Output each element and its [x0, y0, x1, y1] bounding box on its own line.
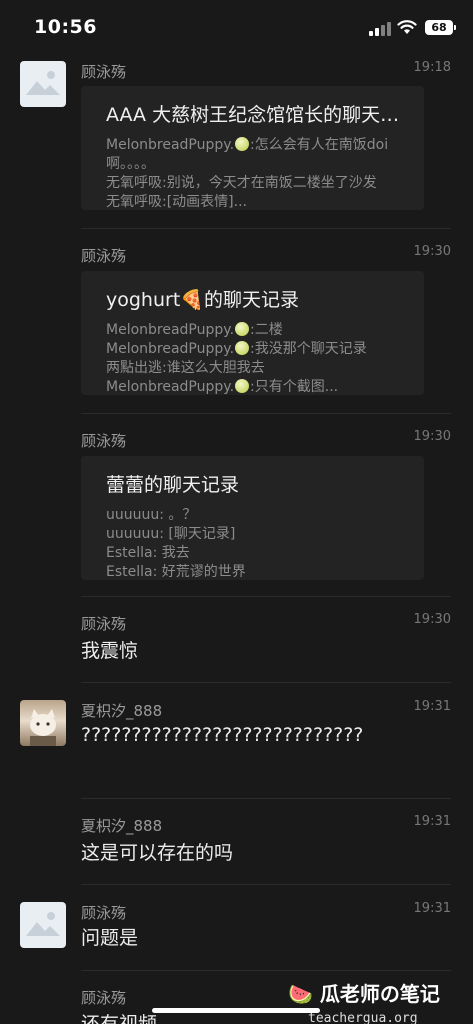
avatar[interactable]: [20, 700, 66, 746]
message-time: 19:30: [413, 429, 451, 444]
sender-name: 顾泳殇: [81, 247, 127, 265]
card-preview: uuuuuu: 。？ uuuuuu: [聊天记录] Estella: 我去 Es…: [106, 507, 246, 580]
wifi-icon: [397, 20, 417, 34]
card-title: yoghurt🍕的聊天记录: [106, 289, 299, 311]
divider: [81, 798, 451, 799]
sender-name: 顾泳殇: [81, 904, 127, 922]
message-item[interactable]: 夏枳汐_888 19:31 这是可以存在的吗: [0, 813, 473, 883]
card-title: 蕾蕾的聊天记录: [106, 474, 240, 496]
chat-record-card[interactable]: yoghurt🍕的聊天记录 MelonbreadPuppy.:二楼 Melonb…: [81, 271, 424, 395]
cat-avatar-icon: [30, 709, 56, 746]
sender-name: 顾泳殇: [81, 63, 127, 81]
sender-name: 顾泳殇: [81, 989, 127, 1007]
melon-emoji-icon: [235, 341, 250, 355]
message-text: 这是可以存在的吗: [81, 842, 234, 864]
divider: [81, 413, 451, 414]
signal-icon: [369, 22, 391, 36]
sender-name: 顾泳殇: [81, 432, 127, 450]
melon-emoji-icon: [235, 322, 250, 336]
message-time: 19:31: [413, 901, 451, 916]
message-item[interactable]: 顾泳殇 19:30 yoghurt🍕的聊天记录 MelonbreadPuppy.…: [0, 243, 473, 413]
message-item[interactable]: 顾泳殇 19:30 蕾蕾的聊天记录 uuuuuu: 。？ uuuuuu: [聊天…: [0, 428, 473, 598]
image-placeholder-icon: [26, 71, 60, 95]
image-placeholder-icon: [26, 912, 60, 936]
chat-history-screen: 10:56 68 顾泳殇 19:18 AAA 大慈树王纪念馆馆长的聊天记录 Me…: [0, 0, 473, 1024]
sender-name: 夏枳汐_888: [81, 702, 163, 720]
home-indicator[interactable]: [152, 1008, 320, 1013]
message-item[interactable]: 夏枳汐_888 19:31 ??????????????????????????…: [0, 697, 473, 797]
message-time: 19:30: [413, 244, 451, 259]
message-time: 19:31: [413, 699, 451, 714]
divider: [81, 596, 451, 597]
battery-icon: 68: [425, 20, 456, 35]
sender-name: 顾泳殇: [81, 615, 127, 633]
message-text: 还有视频: [81, 1013, 158, 1024]
message-item[interactable]: 顾泳殇 19:18 AAA 大慈树王纪念馆馆长的聊天记录 MelonbreadP…: [0, 58, 473, 228]
divider: [81, 884, 451, 885]
avatar[interactable]: [20, 902, 66, 948]
divider: [81, 682, 451, 683]
status-bar: 10:56 68: [0, 0, 473, 58]
watermark-title: 🍉 瓜老师の笔记: [288, 982, 440, 1006]
avatar[interactable]: [20, 61, 66, 107]
message-time: 19:18: [413, 60, 451, 75]
melon-emoji-icon: [235, 379, 250, 393]
card-preview: MelonbreadPuppy.:怎么会有人在南饭doi 啊。。。。 无氧呼吸:…: [106, 137, 389, 210]
message-item[interactable]: 顾泳殇 19:31 问题是: [0, 899, 473, 969]
watermelon-icon: 🍉: [288, 982, 313, 1006]
card-preview: MelonbreadPuppy.:二楼 MelonbreadPuppy.:我没那…: [106, 322, 367, 395]
watermark: 🍉 瓜老师の笔记 teachergua.org: [288, 978, 468, 1024]
chat-record-card[interactable]: AAA 大慈树王纪念馆馆长的聊天记录 MelonbreadPuppy.:怎么会有…: [81, 86, 424, 210]
card-title: AAA 大慈树王纪念馆馆长的聊天记录: [106, 104, 418, 126]
status-time: 10:56: [34, 16, 97, 38]
melon-emoji-icon: [235, 137, 250, 151]
message-time: 19:31: [413, 814, 451, 829]
chat-record-card[interactable]: 蕾蕾的聊天记录 uuuuuu: 。？ uuuuuu: [聊天记录] Estell…: [81, 456, 424, 580]
message-item[interactable]: 顾泳殇 19:30 我震惊: [0, 611, 473, 681]
message-text: ????????????????????????????: [81, 724, 364, 746]
sender-name: 夏枳汐_888: [81, 817, 163, 835]
message-text: 问题是: [81, 927, 139, 949]
divider: [81, 970, 451, 971]
message-text: 我震惊: [81, 640, 139, 662]
divider: [81, 228, 451, 229]
pizza-emoji-icon: 🍕: [180, 289, 204, 311]
message-time: 19:30: [413, 612, 451, 627]
